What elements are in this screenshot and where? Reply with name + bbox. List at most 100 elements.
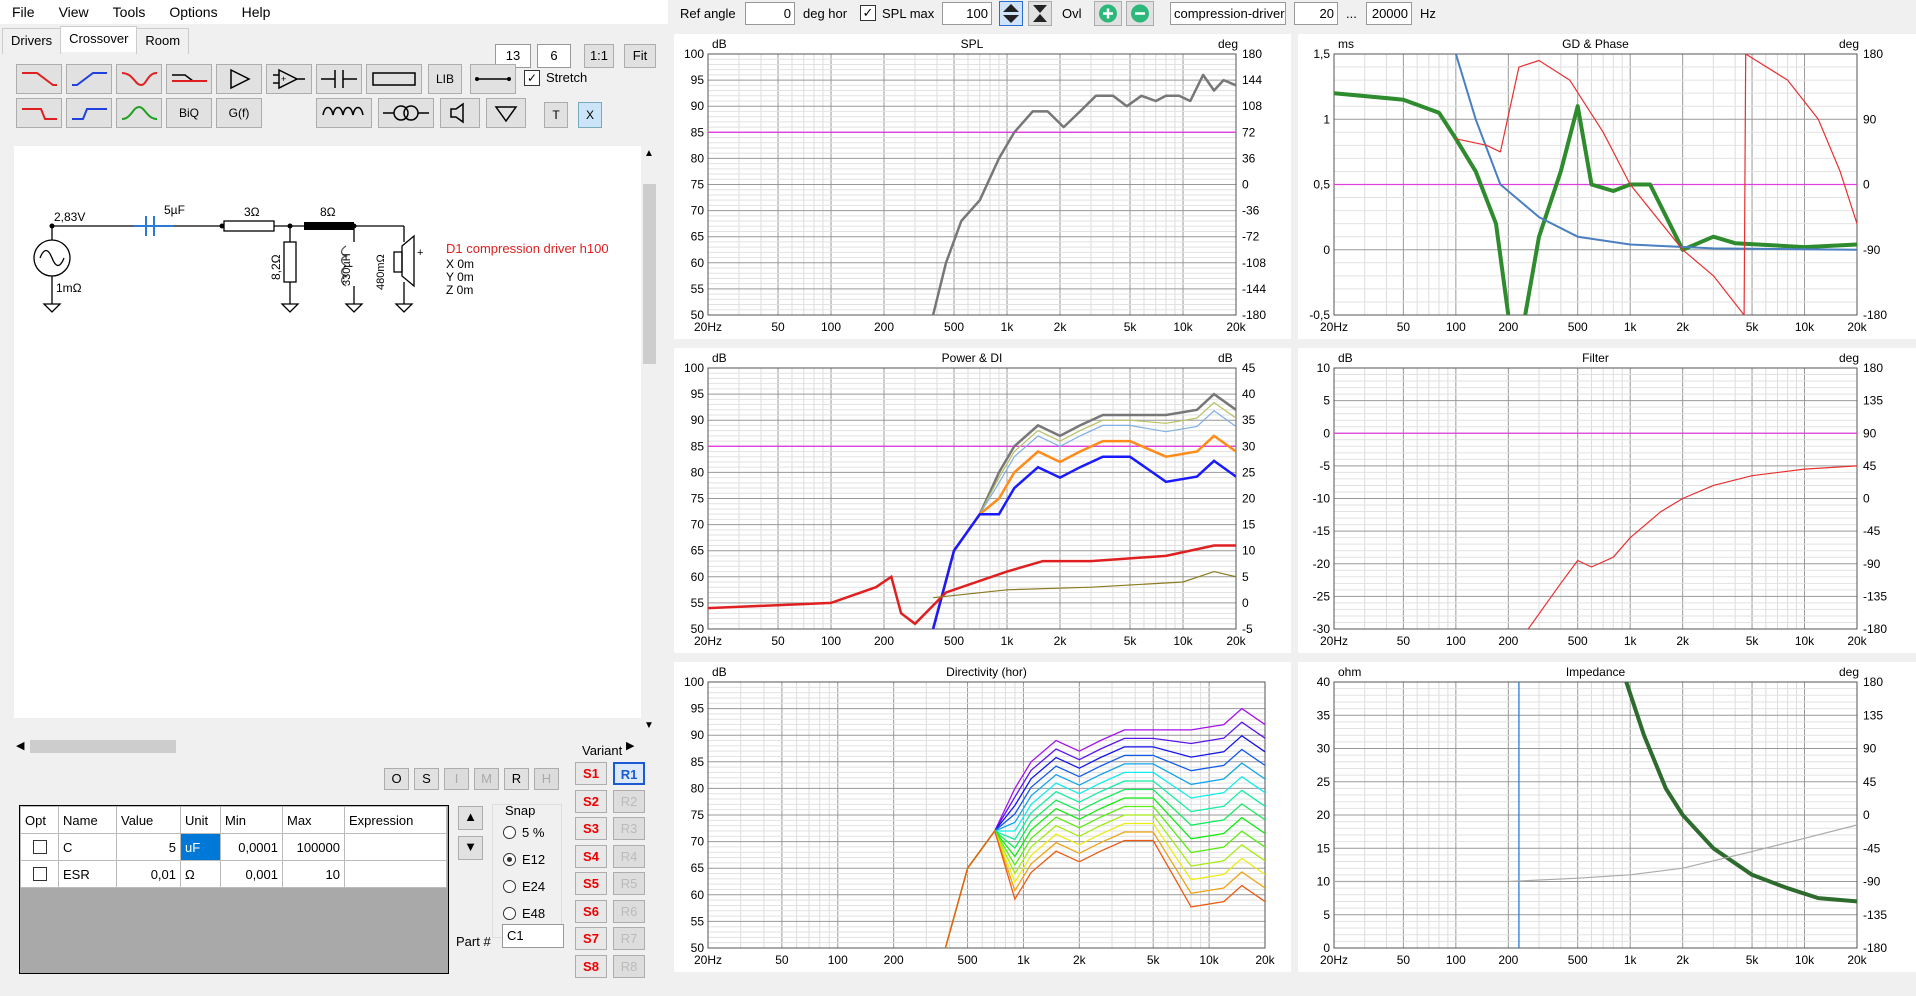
remove-overlay-button[interactable] [1126, 1, 1154, 26]
bandpass-tool-button[interactable] [116, 98, 162, 128]
s-button[interactable]: S [414, 768, 439, 790]
ground-tool-button[interactable] [486, 98, 526, 128]
variant-r5-button[interactable]: R5 [613, 872, 645, 895]
variant-r2-button[interactable]: R2 [613, 789, 645, 813]
fit-range-button[interactable] [1028, 1, 1052, 26]
power-di-chart-panel[interactable]: 100 95 90 85 80 75 70 65 60 55 50 45 40 35 30 25 20 15 10 5… [674, 348, 1291, 653]
menu-view[interactable]: View [47, 4, 101, 20]
shelf-tool-button[interactable] [166, 64, 212, 94]
resistor-tool-button[interactable] [366, 64, 422, 94]
max-cell[interactable]: 100000 [282, 833, 345, 861]
gd-phase-chart-panel[interactable]: 1,5 1 0,5 0 -0,5 180 90 0 -90 -180 20Hz 50 100 200 500… [1298, 34, 1916, 339]
expression-cell[interactable] [344, 860, 447, 888]
opamp-tool-button[interactable]: + [266, 64, 312, 94]
schematic-vertical-scrollbar[interactable]: ▲ ▼ [641, 146, 658, 736]
opt-cell[interactable] [20, 860, 59, 888]
variant-r6-button[interactable]: R6 [613, 899, 645, 923]
directivity-chart-panel[interactable]: 100 95 90 85 80 75 70 65 60 55 50 20Hz 50 100 200 500 1k… [674, 662, 1291, 972]
speaker-tool-button[interactable] [440, 98, 480, 128]
notch-tool-button[interactable] [116, 64, 162, 94]
min-cell[interactable]: 0,0001 [220, 833, 283, 861]
buffer-tool-button[interactable] [216, 64, 262, 94]
freq-low-input[interactable]: 20 [1294, 2, 1338, 25]
transfer-function-button[interactable]: G(f) [216, 98, 262, 128]
variant-s1-button[interactable]: S1 [575, 762, 607, 785]
scroll-right-icon[interactable]: ▶ [626, 739, 634, 752]
move-up-button[interactable]: ▲ [458, 806, 483, 830]
stretch-checkbox[interactable]: ✓ [524, 70, 540, 86]
overlay-driver-input[interactable]: compression-driver-prote [1170, 2, 1286, 25]
lib-button[interactable]: LIB [428, 64, 462, 94]
spl-max-checkbox[interactable]: ✓ [860, 5, 876, 21]
variant-r4-button[interactable]: R4 [613, 844, 645, 868]
variant-s2-button[interactable]: S2 [575, 789, 607, 813]
min-cell[interactable]: 0,001 [220, 860, 283, 888]
value-cell[interactable]: 0,01 [116, 860, 181, 888]
table-row[interactable]: C 5 uF 0,0001 100000 [20, 833, 447, 861]
variant-s8-button[interactable]: S8 [575, 954, 607, 978]
transformer-tool-button[interactable] [378, 98, 434, 128]
r-button[interactable]: R [504, 768, 529, 790]
value-cell[interactable]: 5 [116, 833, 181, 861]
zoom-fit-button[interactable]: Fit [624, 44, 656, 68]
opt-checkbox[interactable] [32, 867, 47, 881]
snap-e12-radio[interactable]: E12 [503, 846, 545, 873]
variant-s4-button[interactable]: S4 [575, 844, 607, 868]
inductor-tool-button[interactable] [316, 98, 372, 128]
variant-r1-button[interactable]: R1 [613, 762, 645, 785]
scroll-down-icon[interactable]: ▼ [644, 720, 654, 731]
opt-cell[interactable] [20, 833, 59, 861]
impedance-chart-panel[interactable]: 40 35 30 25 20 15 10 5 0 180 135 90 45 0 -45 -90 -135 -18… [1298, 662, 1916, 972]
snap-e24-radio[interactable]: E24 [503, 873, 545, 900]
o-button[interactable]: O [384, 768, 409, 790]
menu-options[interactable]: Options [157, 4, 229, 20]
menu-file[interactable]: File [0, 4, 47, 20]
wire-tool-button[interactable] [470, 64, 516, 94]
menu-tools[interactable]: Tools [101, 4, 158, 20]
opt-checkbox[interactable] [32, 840, 47, 854]
unit-cell[interactable]: Ω [180, 860, 221, 888]
freq-high-input[interactable]: 20000 [1366, 2, 1412, 25]
variant-s7-button[interactable]: S7 [575, 927, 607, 950]
i-button[interactable]: I [444, 768, 469, 790]
max-cell[interactable]: 10 [282, 860, 345, 888]
variant-s6-button[interactable]: S6 [575, 899, 607, 923]
delete-tool-button[interactable]: X [578, 102, 602, 128]
highpass-tool-button[interactable] [66, 64, 112, 94]
capacitor-tool-button[interactable] [316, 64, 362, 94]
spl-chart-panel[interactable]: 100 95 90 85 80 75 70 65 60 55 50 180 144 108 72 36 0 -36… [674, 34, 1291, 339]
snap-e48-radio[interactable]: E48 [503, 900, 545, 927]
expression-cell[interactable] [344, 833, 447, 861]
highpass2-tool-button[interactable] [66, 98, 112, 128]
hscroll-thumb[interactable] [30, 740, 176, 753]
biquad-tool-button[interactable]: BiQ [166, 98, 212, 128]
add-overlay-button[interactable] [1094, 1, 1122, 26]
part-input[interactable]: C1 [502, 924, 564, 948]
unit-cell[interactable]: uF [180, 833, 221, 861]
schematic-canvas[interactable]: 2,83V 1mΩ 5µF 3Ω 8Ω 8,2Ω 330µH 480mΩ D1 … [14, 146, 641, 718]
m-button[interactable]: M [474, 768, 499, 790]
vscroll-thumb[interactable] [643, 184, 656, 364]
variant-r3-button[interactable]: R3 [613, 817, 645, 840]
variant-s3-button[interactable]: S3 [575, 817, 607, 840]
text-tool-button[interactable]: T [544, 102, 568, 128]
variant-r8-button[interactable]: R8 [613, 954, 645, 978]
scroll-up-icon[interactable]: ▲ [644, 148, 654, 159]
snap-5pct-radio[interactable]: 5 % [503, 819, 545, 846]
tab-crossover[interactable]: Crossover [60, 26, 138, 52]
lowpass2-tool-button[interactable] [16, 98, 62, 128]
spl-spin-button[interactable] [999, 1, 1023, 26]
zoom-y-input[interactable]: 6 [537, 44, 571, 68]
schematic-horizontal-scrollbar[interactable]: ◀ ▶ [14, 738, 641, 755]
scroll-left-icon[interactable]: ◀ [16, 739, 24, 752]
tab-drivers[interactable]: Drivers [2, 28, 62, 54]
lowpass-tool-button[interactable] [16, 64, 62, 94]
menu-help[interactable]: Help [230, 4, 283, 20]
table-row[interactable]: ESR 0,01 Ω 0,001 10 [20, 860, 447, 888]
spl-max-input[interactable]: 100 [942, 2, 992, 25]
zoom-1to1-button[interactable]: 1:1 [584, 44, 614, 68]
filter-chart-panel[interactable]: 10 5 0 -5 -10 -15 -20 -25 -30 180 135 90 45 0 -45 -90 -1… [1298, 348, 1916, 653]
variant-r7-button[interactable]: R7 [613, 927, 645, 950]
tab-room[interactable]: Room [136, 28, 190, 54]
h-button[interactable]: H [534, 768, 559, 790]
